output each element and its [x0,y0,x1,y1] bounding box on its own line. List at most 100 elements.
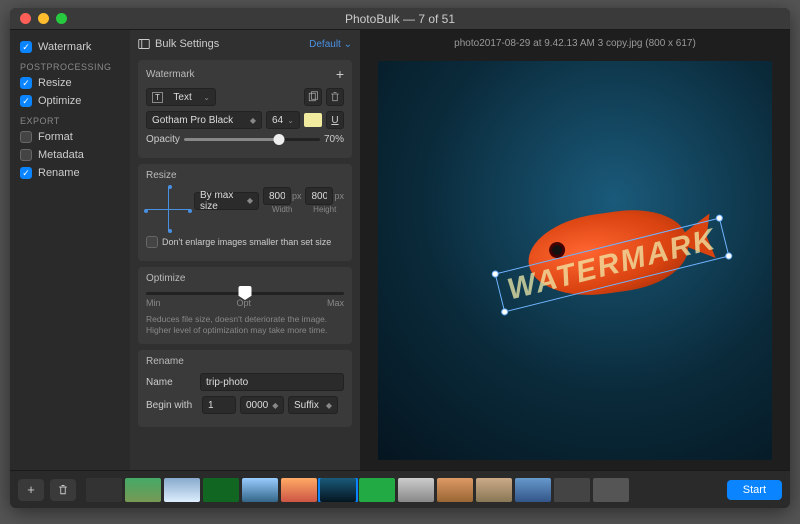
resize-handle[interactable] [501,307,509,315]
resize-mode-select[interactable]: By max size ◆ [194,192,259,210]
titlebar: PhotoBulk — 7 of 51 [10,8,790,30]
thumbnail[interactable] [476,478,512,502]
rename-checkbox[interactable] [20,167,32,179]
preview-pane: photo2017-08-29 at 9.42.13 AM 3 copy.jpg… [360,30,790,470]
sidebar-item-optimize[interactable]: Optimize [10,92,130,110]
sidebar-label: Optimize [38,95,81,107]
traffic-lights [10,13,67,24]
thumbnail[interactable] [359,478,395,502]
sidebar-label: Format [38,131,73,143]
add-photos-button[interactable]: + [18,479,44,501]
sidebar-item-rename[interactable]: Rename [10,164,130,182]
preview-filename: photo2017-08-29 at 9.42.13 AM 3 copy.jpg… [360,30,790,57]
optimize-panel: Optimize Min Opt Max Reduces file size, … [138,267,352,344]
watermark-panel: Watermark + T Text ⌄ [138,60,352,158]
thumbnail[interactable] [281,478,317,502]
watermark-type-select[interactable]: T Text ⌄ [146,88,216,106]
begin-with-input[interactable] [202,396,236,414]
resize-checkbox[interactable] [20,77,32,89]
thumbnail[interactable] [86,478,122,502]
name-label: Name [146,377,196,388]
delete-photos-button[interactable] [50,479,76,501]
opacity-slider[interactable] [184,138,320,141]
resize-handle[interactable] [725,251,733,259]
chevron-down-icon: ◆ [272,401,278,410]
optimize-slider[interactable] [146,292,344,295]
sidebar-toggle-icon[interactable] [138,38,150,50]
rename-panel: Rename Name Begin with 0000◆ Suffix◆ [138,350,352,427]
content: Watermark POSTPROCESSING Resize Optimize… [10,30,790,470]
preset-dropdown[interactable]: Default ⌄ [309,39,352,50]
settings-title: Bulk Settings [155,38,219,50]
sidebar-item-metadata[interactable]: Metadata [10,146,130,164]
sidebar-group-export: EXPORT [10,110,130,128]
dont-enlarge-label: Don't enlarge images smaller than set si… [162,237,331,247]
settings-header: Bulk Settings Default ⌄ [138,36,352,54]
format-checkbox[interactable] [20,131,32,143]
sidebar-group-postprocessing: POSTPROCESSING [10,56,130,74]
start-button[interactable]: Start [727,480,782,500]
underline-button[interactable]: U [326,111,344,129]
thumbnail[interactable] [437,478,473,502]
window-title: PhotoBulk — 7 of 51 [10,12,790,26]
begin-with-label: Begin with [146,400,198,411]
sidebar-label: Metadata [38,149,84,161]
chevron-down-icon: ⌄ [344,39,352,50]
minimize-window-button[interactable] [38,13,49,24]
sidebar-item-format[interactable]: Format [10,128,130,146]
sidebar: Watermark POSTPROCESSING Resize Optimize… [10,30,130,470]
dont-enlarge-checkbox[interactable] [146,236,158,248]
width-input[interactable] [263,187,291,205]
preview-image[interactable]: WATERMARK [378,61,772,460]
chevron-down-icon: ◆ [250,116,256,125]
optimize-checkbox[interactable] [20,95,32,107]
watermark-checkbox[interactable] [20,41,32,53]
add-watermark-button[interactable]: + [336,66,344,82]
height-input[interactable] [305,187,333,205]
resize-panel: Resize By max size ◆ [138,164,352,261]
delete-watermark-button[interactable] [326,88,344,106]
thumbnail[interactable] [398,478,434,502]
thumbnail[interactable] [203,478,239,502]
chevron-down-icon: ⌄ [203,93,210,102]
sidebar-label: Watermark [38,41,91,53]
thumbnail-strip[interactable] [82,478,721,502]
panel-title: Watermark [146,69,195,80]
chevron-down-icon: ⌄ [287,116,294,125]
resize-handle[interactable] [715,213,723,221]
metadata-checkbox[interactable] [20,149,32,161]
suffix-select[interactable]: Suffix◆ [288,396,338,414]
thumbnail-active[interactable] [320,478,356,502]
app-window: PhotoBulk — 7 of 51 Watermark POSTPROCES… [10,8,790,508]
sidebar-item-watermark[interactable]: Watermark [10,38,130,56]
thumbnail[interactable] [125,478,161,502]
resize-handle[interactable] [491,269,499,277]
thumbnail[interactable] [593,478,629,502]
fullscreen-window-button[interactable] [56,13,67,24]
settings-panel: Bulk Settings Default ⌄ Watermark + T Te… [130,30,360,470]
sidebar-item-resize[interactable]: Resize [10,74,130,92]
optimize-help-text: Reduces file size, doesn't deteriorate t… [146,314,344,336]
chevron-down-icon: ◆ [247,196,253,205]
rename-name-input[interactable] [200,373,344,391]
panel-title: Rename [146,356,184,367]
bottom-toolbar: + Start [10,470,790,508]
duplicate-watermark-button[interactable] [304,88,322,106]
panel-title: Resize [146,170,177,181]
thumbnail[interactable] [164,478,200,502]
opacity-value: 70% [324,134,344,145]
sidebar-label: Resize [38,77,72,89]
close-window-button[interactable] [20,13,31,24]
thumbnail[interactable] [554,478,590,502]
thumbnail[interactable] [515,478,551,502]
font-select[interactable]: Gotham Pro Black ◆ [146,111,262,129]
opacity-label: Opacity [146,134,180,145]
resize-guide-icon [146,187,190,231]
thumbnail[interactable] [242,478,278,502]
digits-select[interactable]: 0000◆ [240,396,284,414]
sidebar-label: Rename [38,167,80,179]
color-swatch[interactable] [304,113,322,127]
panel-title: Optimize [146,273,185,284]
font-size-input[interactable]: 64 ⌄ [266,111,300,129]
trash-icon [57,484,69,496]
